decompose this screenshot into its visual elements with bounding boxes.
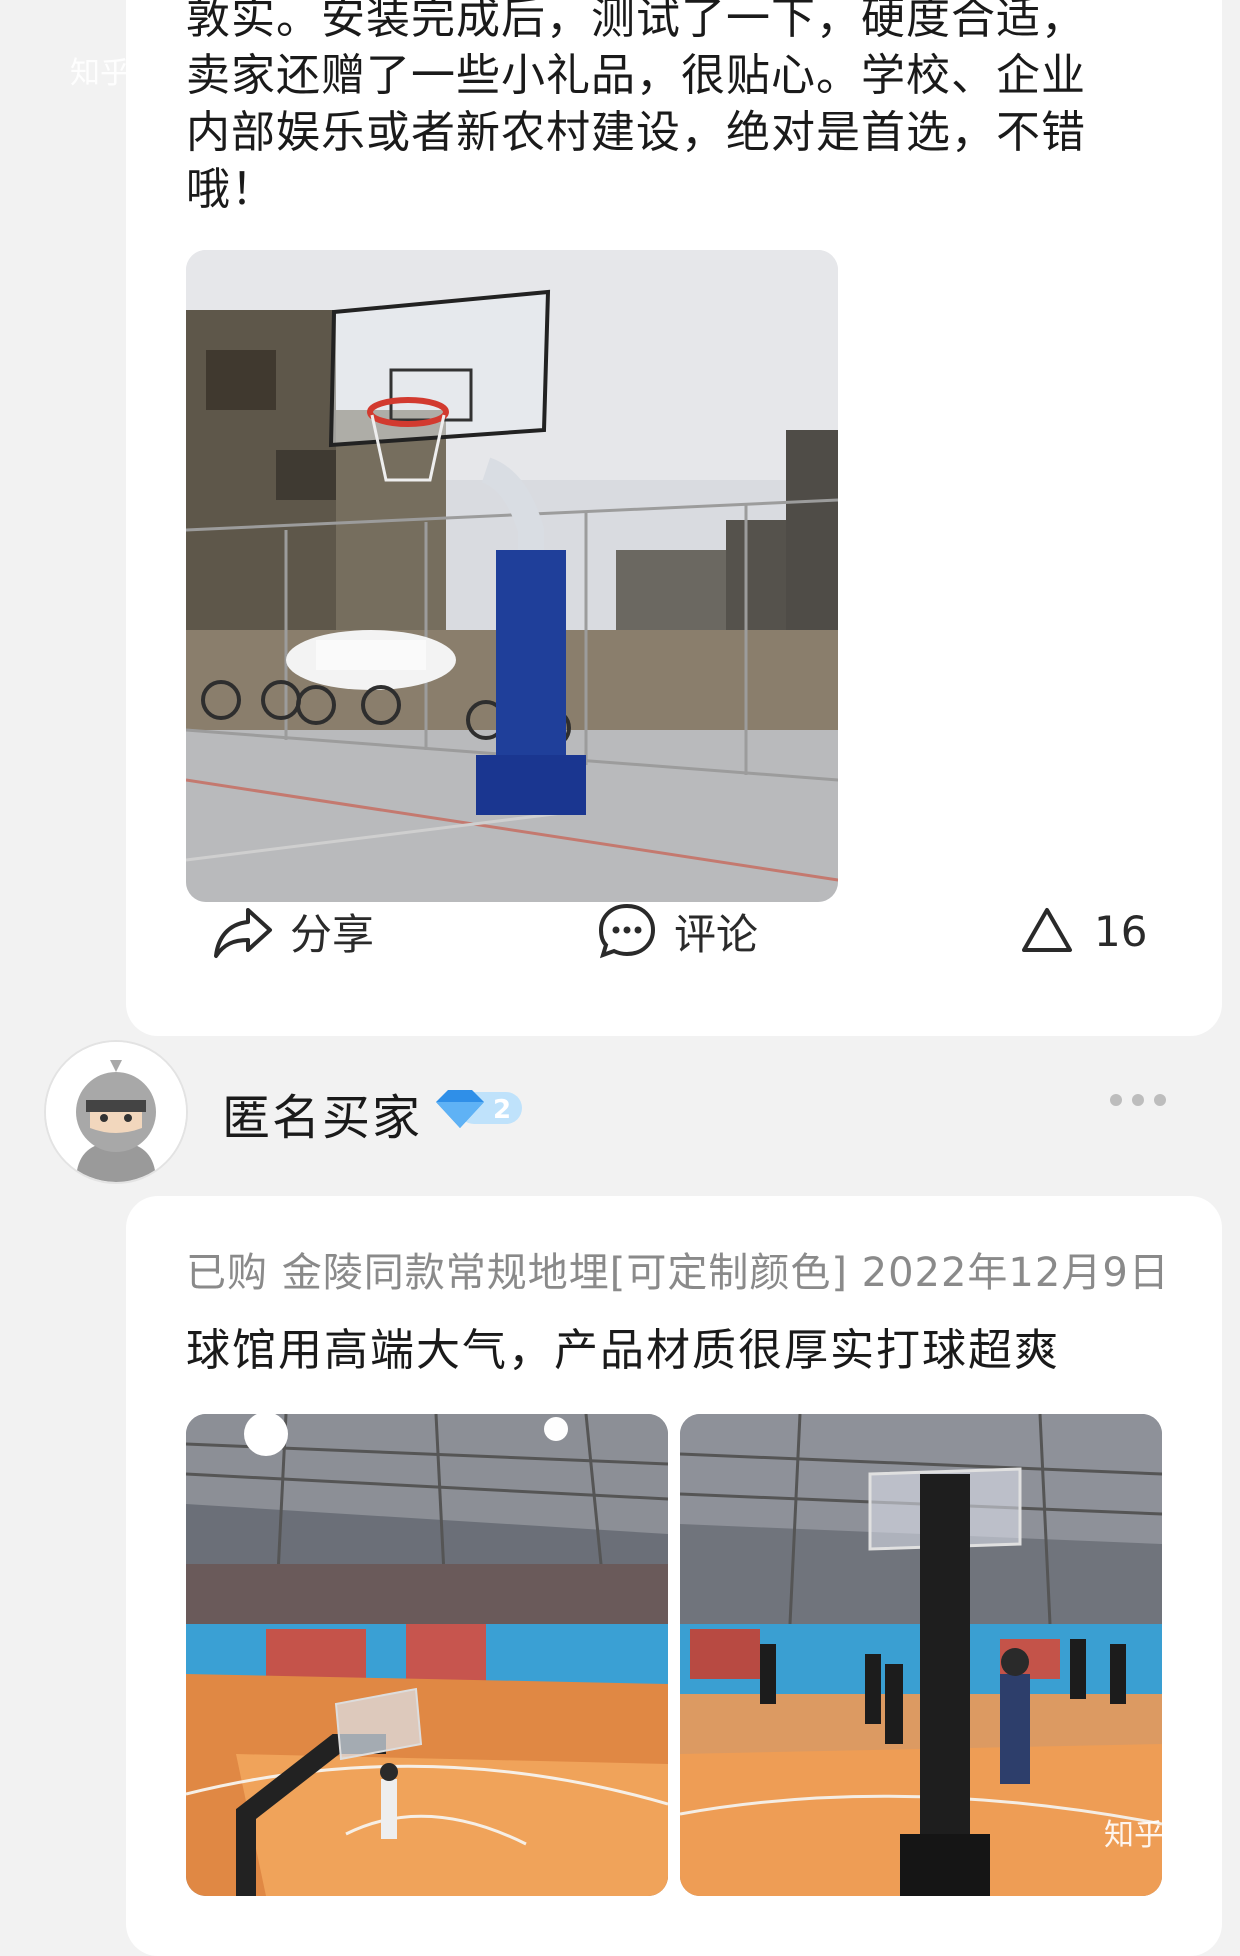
share-label: 分享: [290, 909, 375, 959]
more-options-button[interactable]: [1110, 1094, 1166, 1106]
watermark-top: 知乎: [70, 56, 130, 91]
review-line: 敦实。安装完成后，测试了一下，硬度合适，: [186, 0, 1086, 44]
review-card-1: 敦实。安装完成后，测试了一下，硬度合适， 卖家还赠了一些小礼品，很贴心。学校、企…: [126, 0, 1222, 1036]
purchase-meta: 已购 金陵同款常规地埋[可定制颜色] 2022年12月9日: [186, 1250, 1170, 1296]
action-bar: 分享 评论 16: [186, 900, 1186, 980]
comment-label: 评论: [674, 909, 759, 959]
share-button[interactable]: 分享: [212, 900, 374, 962]
triangle-like-icon: [1022, 908, 1072, 952]
review-line: 内部娱乐或者新农村建设，绝对是首选，不错: [186, 107, 1086, 158]
comment-icon: [598, 903, 656, 959]
like-button[interactable]: 16: [1016, 900, 1147, 962]
dot: [1110, 1094, 1122, 1106]
vip-level: 2: [493, 1095, 511, 1125]
vip-level-badge: 2: [432, 1086, 524, 1130]
review-photo-indoor-court-2[interactable]: [680, 1414, 1162, 1896]
avatar[interactable]: [44, 1040, 188, 1184]
review-text-2: 球馆用高端大气，产品材质很厚实打球超爽: [186, 1325, 1060, 1376]
anonymous-ninja-avatar-icon: [46, 1042, 186, 1182]
review-photo-indoor-court-1[interactable]: [186, 1414, 668, 1896]
reviewer-name: 匿名买家: [222, 1090, 423, 1146]
share-icon: [214, 908, 272, 958]
review-line: 卖家还赠了一些小礼品，很贴心。学校、企业: [186, 50, 1086, 101]
diamond-icon: 2: [436, 1090, 522, 1128]
outdoor-hoop-image: [186, 250, 838, 902]
indoor-court-image-1: [186, 1414, 668, 1896]
like-count: 16: [1094, 906, 1148, 956]
dot: [1154, 1094, 1166, 1106]
watermark-bottom: 知乎: [1104, 1818, 1164, 1853]
review-photo-outdoor-hoop[interactable]: [186, 250, 838, 902]
review-text-1: 敦实。安装完成后，测试了一下，硬度合适， 卖家还赠了一些小礼品，很贴心。学校、企…: [186, 0, 1186, 218]
review-card-2: 已购 金陵同款常规地埋[可定制颜色] 2022年12月9日 球馆用高端大气，产品…: [126, 1196, 1222, 1956]
review-line: 哦！: [186, 164, 276, 215]
indoor-court-image-2: [680, 1414, 1162, 1896]
comment-button[interactable]: 评论: [596, 900, 758, 962]
reviewer-header: 匿名买家 2: [0, 1030, 1240, 1190]
dot: [1132, 1094, 1144, 1106]
